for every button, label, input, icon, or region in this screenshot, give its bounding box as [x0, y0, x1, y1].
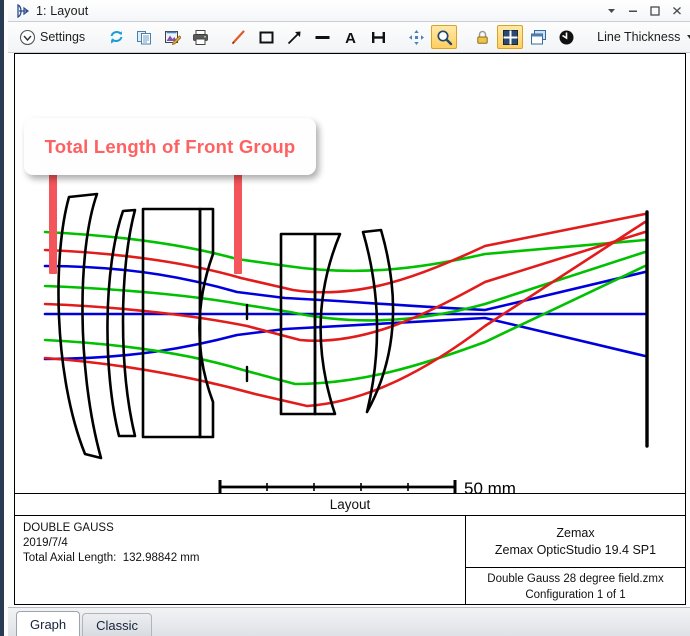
- svg-text:A: A: [345, 30, 356, 46]
- window-title: 1: Layout: [36, 3, 89, 18]
- info-configuration: Configuration 1 of 1: [525, 588, 626, 601]
- dropdown-menu-button[interactable]: [600, 1, 622, 21]
- info-file-cell: Double Gauss 28 degree field.zmx Configu…: [466, 568, 685, 605]
- tab-classic-label: Classic: [96, 617, 139, 633]
- info-body: DOUBLE GAUSS 2019/7/4 Total Axial Length…: [15, 516, 685, 605]
- rectangle-annotation-icon: [256, 27, 276, 47]
- info-section-title: Layout: [15, 494, 685, 516]
- zoom-button[interactable]: [431, 25, 458, 49]
- refresh-button[interactable]: [103, 25, 129, 49]
- tab-graph-label: Graph: [30, 616, 67, 632]
- line-thickness-dropdown[interactable]: Line Thickness: [591, 25, 690, 49]
- info-right-cell: Zemax Zemax OpticStudio 19.4 SP1 Double …: [466, 516, 685, 605]
- lens-element-4: [198, 207, 215, 439]
- layout-toolbar: Settings A Line Thickness: [8, 22, 690, 53]
- tab-graph[interactable]: Graph: [16, 611, 81, 636]
- dimension-annotation-button[interactable]: [365, 25, 391, 49]
- lock-icon: [472, 27, 492, 47]
- reset-icon: [556, 27, 576, 47]
- maximize-button[interactable]: [644, 1, 666, 21]
- callout-annotation-text: Total Length of Front Group: [44, 135, 296, 157]
- layout-window-icon: [14, 2, 32, 20]
- settings-expander-icon: [17, 27, 37, 47]
- info-date: 2019/7/4: [23, 537, 68, 549]
- text-annotation-icon: A: [340, 27, 360, 47]
- text-annotation-button[interactable]: A: [337, 25, 363, 49]
- arrow-annotation-icon: [284, 27, 304, 47]
- line-annotation-icon: [312, 27, 332, 47]
- arrow-annotation-button[interactable]: [281, 25, 307, 49]
- save-image-icon: [162, 27, 182, 47]
- fit-window-button[interactable]: [497, 25, 524, 49]
- pencil-annotation-button[interactable]: [225, 25, 251, 49]
- lens-element-6: [313, 232, 342, 416]
- layout-window: 1: Layout Settings A Line Thickness 50 m…: [0, 0, 690, 636]
- copy-button[interactable]: [131, 25, 157, 49]
- reset-button[interactable]: [553, 25, 579, 49]
- lens-element-2: [106, 208, 137, 438]
- clone-window-icon: [528, 27, 548, 47]
- dimension-annotation-icon: [368, 27, 388, 47]
- print-button[interactable]: [187, 25, 213, 49]
- scale-bar-group: [218, 480, 457, 494]
- pan-icon: [406, 27, 426, 47]
- info-product-version: Zemax OpticStudio 19.4 SP1: [494, 542, 657, 557]
- print-icon: [190, 27, 210, 47]
- rectangle-annotation-button[interactable]: [253, 25, 279, 49]
- save-image-button[interactable]: [159, 25, 185, 49]
- callout-annotation[interactable]: Total Length of Front Group: [24, 118, 316, 175]
- line-annotation-button[interactable]: [309, 25, 335, 49]
- settings-button[interactable]: Settings: [14, 25, 91, 49]
- tab-classic[interactable]: Classic: [82, 613, 153, 636]
- copy-icon: [134, 27, 154, 47]
- close-button[interactable]: [666, 1, 688, 21]
- info-vendor-name: Zemax: [556, 525, 595, 540]
- fit-window-icon: [500, 27, 520, 47]
- lock-button[interactable]: [469, 25, 495, 49]
- minimize-button[interactable]: [622, 1, 644, 21]
- window-controls: [600, 1, 690, 21]
- info-file-name: Double Gauss 28 degree field.zmx: [487, 572, 664, 585]
- info-vendor-cell: Zemax Zemax OpticStudio 19.4 SP1: [466, 516, 685, 568]
- lens-element-5: [279, 232, 317, 416]
- refresh-icon: [106, 27, 126, 47]
- pan-button[interactable]: [403, 25, 429, 49]
- line-thickness-label: Line Thickness: [597, 30, 681, 44]
- clone-window-button[interactable]: [525, 25, 551, 49]
- info-left-cell: DOUBLE GAUSS 2019/7/4 Total Axial Length…: [15, 516, 466, 605]
- window-title-bar: 1: Layout: [8, 0, 690, 22]
- info-total-axial-length: Total Axial Length: 132.98842 mm: [23, 552, 200, 564]
- layout-info-block: Layout DOUBLE GAUSS 2019/7/4 Total Axial…: [14, 493, 686, 605]
- ray-traces: [43, 212, 647, 408]
- settings-label: Settings: [40, 30, 86, 44]
- lens-element-3: [141, 207, 202, 439]
- ray-field-mid: [43, 230, 647, 386]
- info-system-name: DOUBLE GAUSS: [23, 522, 114, 534]
- pencil-annotation-icon: [228, 27, 248, 47]
- bottom-tab-strip: Graph Classic: [8, 607, 690, 636]
- zoom-icon: [434, 27, 454, 47]
